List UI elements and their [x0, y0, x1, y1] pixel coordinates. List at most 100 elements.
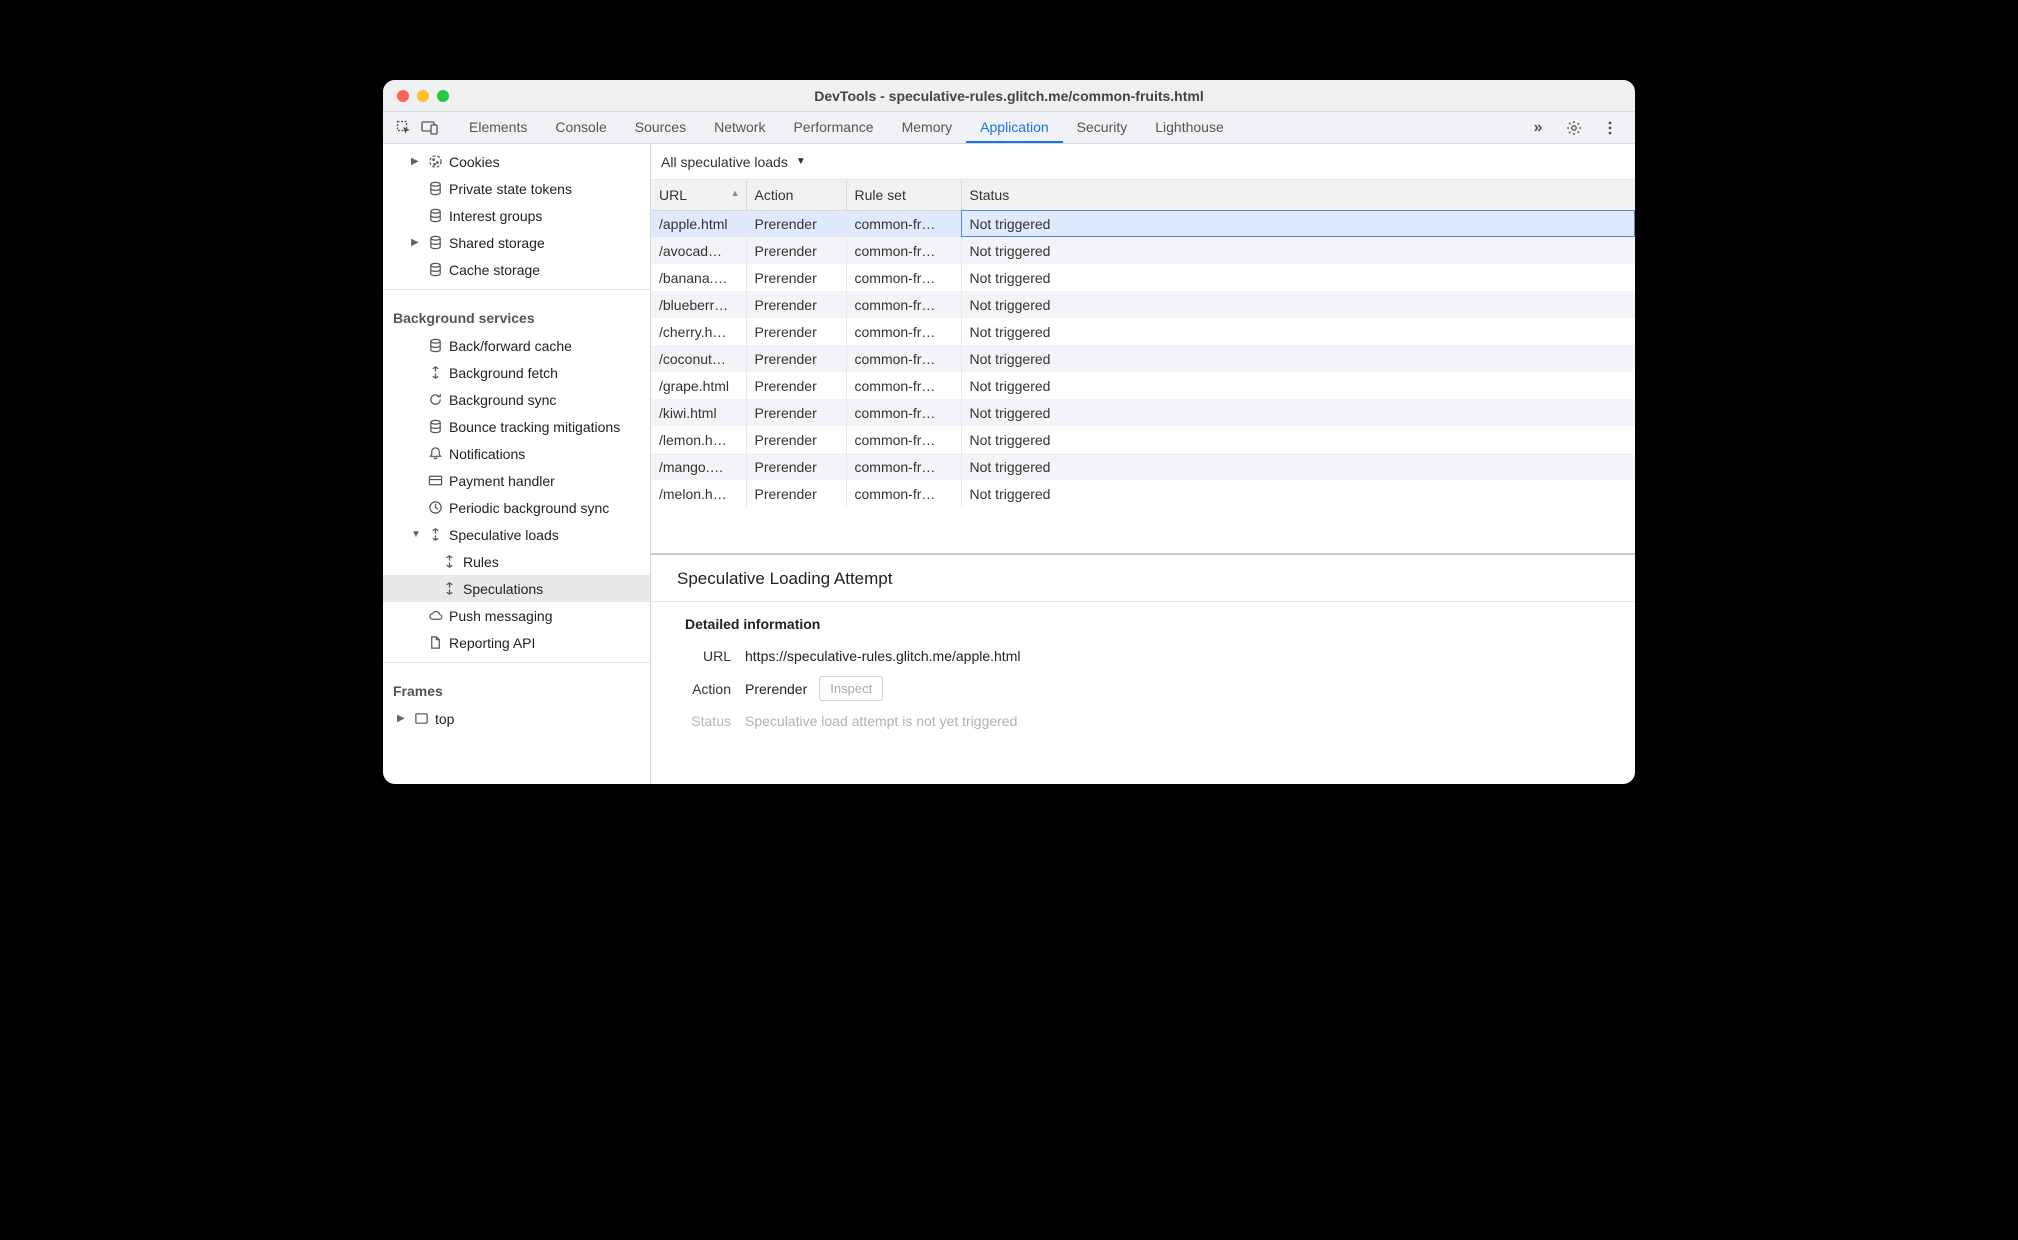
cell-ruleset: common-fr… — [846, 318, 961, 345]
sidebar-item-label: Private state tokens — [449, 181, 572, 197]
bell-icon — [427, 446, 443, 462]
cell-url: /cherry.h… — [651, 318, 746, 345]
chevron-right-icon: ▶ — [397, 713, 407, 724]
table-row[interactable]: /melon.h…Prerendercommon-fr…Not triggere… — [651, 480, 1635, 507]
filter-bar: All speculative loads ▼ — [651, 144, 1635, 180]
table-row[interactable]: /kiwi.htmlPrerendercommon-fr…Not trigger… — [651, 399, 1635, 426]
sidebar-item-bounce-tracking-mitigations[interactable]: Bounce tracking mitigations — [383, 413, 650, 440]
device-toolbar-icon[interactable] — [419, 117, 441, 139]
speculative-loads-filter-dropdown[interactable]: All speculative loads ▼ — [661, 154, 806, 170]
table-row[interactable]: /mango.…Prerendercommon-fr…Not triggered — [651, 453, 1635, 480]
chevron-down-icon: ▼ — [411, 529, 421, 540]
tab-security[interactable]: Security — [1063, 113, 1142, 143]
details-action-label: Action — [675, 681, 731, 697]
column-header-rule-set[interactable]: Rule set — [846, 180, 961, 210]
details-status-label: Status — [675, 713, 731, 729]
column-header-status[interactable]: Status — [961, 180, 1635, 210]
cell-ruleset: common-fr… — [846, 480, 961, 507]
sidebar-item-background-fetch[interactable]: Background fetch — [383, 359, 650, 386]
sidebar-item-periodic-background-sync[interactable]: Periodic background sync — [383, 494, 650, 521]
table-row[interactable]: /grape.htmlPrerendercommon-fr…Not trigge… — [651, 372, 1635, 399]
inspect-element-icon[interactable] — [393, 117, 415, 139]
details-heading: Speculative Loading Attempt — [651, 555, 1635, 601]
sidebar-item-push-messaging[interactable]: Push messaging — [383, 602, 650, 629]
titlebar: DevTools - speculative-rules.glitch.me/c… — [383, 80, 1635, 112]
cell-ruleset: common-fr… — [846, 453, 961, 480]
cell-status: Not triggered — [961, 426, 1635, 453]
sidebar-item-cookies[interactable]: ▶Cookies — [383, 148, 650, 175]
sidebar-storage-group: ▶CookiesPrivate state tokensInterest gro… — [383, 148, 650, 283]
db-icon — [427, 208, 443, 224]
cell-url: /banana.… — [651, 264, 746, 291]
tab-performance[interactable]: Performance — [779, 113, 887, 143]
cell-ruleset: common-fr… — [846, 210, 961, 237]
application-sidebar[interactable]: ▶CookiesPrivate state tokensInterest gro… — [383, 144, 651, 784]
doc-icon — [427, 635, 443, 651]
sidebar-item-background-sync[interactable]: Background sync — [383, 386, 650, 413]
cell-status: Not triggered — [961, 318, 1635, 345]
kebab-menu-icon[interactable] — [1599, 117, 1621, 139]
sidebar-item-top[interactable]: ▶top — [383, 705, 650, 732]
cell-url: /kiwi.html — [651, 399, 746, 426]
more-tabs-icon[interactable]: » — [1527, 117, 1549, 139]
sidebar-item-rules[interactable]: Rules — [383, 548, 650, 575]
clock-icon — [427, 500, 443, 516]
table-row[interactable]: /banana.…Prerendercommon-fr…Not triggere… — [651, 264, 1635, 291]
tab-memory[interactable]: Memory — [888, 113, 967, 143]
tab-console[interactable]: Console — [541, 113, 620, 143]
table-row[interactable]: /cherry.h…Prerendercommon-fr…Not trigger… — [651, 318, 1635, 345]
inspect-button[interactable]: Inspect — [819, 676, 883, 701]
sidebar-item-private-state-tokens[interactable]: Private state tokens — [383, 175, 650, 202]
cell-status: Not triggered — [961, 345, 1635, 372]
cell-action: Prerender — [746, 237, 846, 264]
table-row[interactable]: /lemon.h…Prerendercommon-fr…Not triggere… — [651, 426, 1635, 453]
speculations-table-wrap[interactable]: URL▲ActionRule setStatus /apple.htmlPrer… — [651, 180, 1635, 554]
sidebar-item-speculative-loads[interactable]: ▼ Speculative loads — [383, 521, 650, 548]
cell-ruleset: common-fr… — [846, 345, 961, 372]
sidebar-item-back-forward-cache[interactable]: Back/forward cache — [383, 332, 650, 359]
refresh-icon — [427, 392, 443, 408]
cell-action: Prerender — [746, 345, 846, 372]
cloud-icon — [427, 608, 443, 624]
cell-action: Prerender — [746, 264, 846, 291]
sidebar-item-shared-storage[interactable]: ▶Shared storage — [383, 229, 650, 256]
settings-icon[interactable] — [1563, 117, 1585, 139]
cell-action: Prerender — [746, 399, 846, 426]
table-row[interactable]: /blueberr…Prerendercommon-fr…Not trigger… — [651, 291, 1635, 318]
content-area: ▶CookiesPrivate state tokensInterest gro… — [383, 144, 1635, 784]
frame-icon — [413, 711, 429, 727]
sidebar-item-label: Speculative loads — [449, 527, 559, 543]
table-row[interactable]: /coconut…Prerendercommon-fr…Not triggere… — [651, 345, 1635, 372]
speculations-table: URL▲ActionRule setStatus /apple.htmlPrer… — [651, 180, 1635, 507]
table-row[interactable]: /apple.htmlPrerendercommon-fr…Not trigge… — [651, 210, 1635, 237]
tab-application[interactable]: Application — [966, 113, 1063, 143]
sidebar-item-speculations[interactable]: Speculations — [383, 575, 650, 602]
sync-icon — [441, 581, 457, 597]
sidebar-item-label: Cookies — [449, 154, 500, 170]
db-icon — [427, 235, 443, 251]
table-row[interactable]: /avocad…Prerendercommon-fr…Not triggered — [651, 237, 1635, 264]
sidebar-item-label: Speculations — [463, 581, 543, 597]
sidebar-item-cache-storage[interactable]: Cache storage — [383, 256, 650, 283]
sidebar-section-frames: Frames — [383, 669, 650, 705]
sync-icon — [441, 554, 457, 570]
cell-status: Not triggered — [961, 210, 1635, 237]
chevron-right-icon: ▶ — [411, 237, 421, 248]
tab-lighthouse[interactable]: Lighthouse — [1141, 113, 1238, 143]
cell-status: Not triggered — [961, 291, 1635, 318]
sidebar-item-interest-groups[interactable]: Interest groups — [383, 202, 650, 229]
sidebar-item-reporting-api[interactable]: Reporting API — [383, 629, 650, 656]
sidebar-item-payment-handler[interactable]: Payment handler — [383, 467, 650, 494]
tab-sources[interactable]: Sources — [621, 113, 700, 143]
db-icon — [427, 338, 443, 354]
tab-network[interactable]: Network — [700, 113, 779, 143]
sidebar-item-label: Rules — [463, 554, 499, 570]
cell-status: Not triggered — [961, 480, 1635, 507]
sidebar-item-notifications[interactable]: Notifications — [383, 440, 650, 467]
tab-elements[interactable]: Elements — [455, 113, 541, 143]
cell-ruleset: common-fr… — [846, 237, 961, 264]
column-header-url[interactable]: URL▲ — [651, 180, 746, 210]
sort-asc-icon: ▲ — [731, 188, 740, 198]
column-header-action[interactable]: Action — [746, 180, 846, 210]
cell-url: /blueberr… — [651, 291, 746, 318]
